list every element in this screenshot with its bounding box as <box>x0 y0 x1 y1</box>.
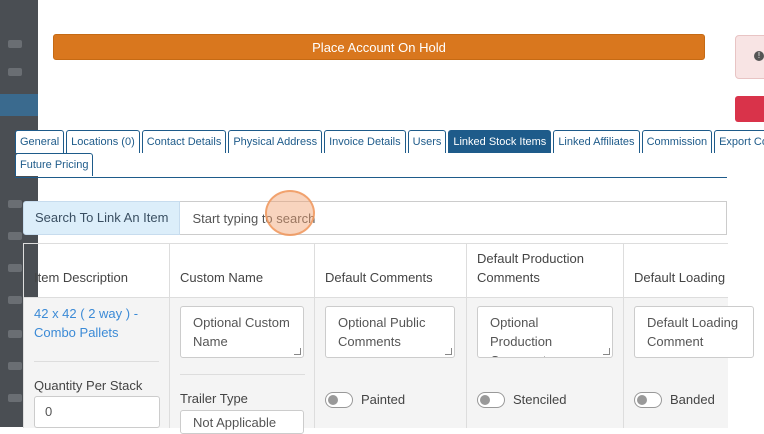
banded-toggle[interactable] <box>634 392 662 408</box>
painted-toggle[interactable] <box>325 392 353 408</box>
tab-invoice-details[interactable]: Invoice Details <box>324 130 406 153</box>
column-item-description: Item Description 42 x 42 ( 2 way ) - Com… <box>24 244 170 428</box>
background-nav-item <box>8 362 22 370</box>
tab-future-pricing[interactable]: Future Pricing <box>15 153 94 176</box>
banded-label: Banded <box>670 392 715 407</box>
background-nav-item <box>8 232 22 240</box>
tab-general[interactable]: General <box>15 130 65 153</box>
background-nav-item <box>8 200 22 208</box>
quantity-input[interactable]: 0 <box>34 396 160 428</box>
alert-icon: ! <box>754 51 764 61</box>
danger-button[interactable] <box>735 96 764 122</box>
linked-items-table: Item Description 42 x 42 ( 2 way ) - Com… <box>23 243 754 434</box>
tab-users[interactable]: Users <box>407 130 447 153</box>
stenciled-label: Stenciled <box>513 392 567 407</box>
tab-divider <box>15 177 727 178</box>
comments-textarea[interactable]: Optional Public Comments <box>325 306 455 358</box>
quantity-label: Quantity Per Stack <box>34 378 143 393</box>
custom-name-textarea[interactable]: Optional Custom Name <box>180 306 304 358</box>
background-nav-item <box>8 394 22 402</box>
table-header: Default Comments <box>315 244 466 298</box>
place-account-on-hold-button[interactable]: Place Account On Hold <box>53 34 705 60</box>
column-production-comments: Default Production Comments Optional Pro… <box>467 244 624 428</box>
tab-locations-0[interactable]: Locations (0) <box>66 130 140 153</box>
trailer-type-label: Trailer Type <box>180 391 248 406</box>
trailer-type-select[interactable]: Not Applicable <box>180 410 304 434</box>
account-tabs: General Locations (0) Contact Details Physi… <box>15 130 764 176</box>
column-custom-name: Custom Name Optional Custom Name Trailer… <box>170 244 315 434</box>
tab-commission[interactable]: Commission <box>641 130 713 153</box>
search-label: Search To Link An Item <box>23 201 181 235</box>
tab-linked-stock-items[interactable]: Linked Stock Items <box>448 130 552 153</box>
background-active-nav-item <box>0 94 38 116</box>
table-header: Default Production Comments <box>467 244 623 298</box>
alert-box: ! <box>735 35 764 79</box>
click-indicator <box>265 190 315 236</box>
column-default-loading: Default Loading Default Loading Comment … <box>624 244 754 428</box>
background-nav-item <box>8 264 22 272</box>
loading-comments-textarea[interactable]: Default Loading Comment <box>634 306 754 358</box>
tab-physical-address[interactable]: Physical Address <box>228 130 323 153</box>
search-link-item-row: Search To Link An Item <box>23 201 727 235</box>
tab-linked-affiliates[interactable]: Linked Affiliates <box>553 130 640 153</box>
divider <box>180 374 305 375</box>
tab-row: General Locations (0) Contact Details Physi… <box>15 130 764 153</box>
divider <box>34 361 159 362</box>
background-nav-item <box>8 40 22 48</box>
item-description-link[interactable]: 42 x 42 ( 2 way ) - Combo Pallets <box>34 304 159 342</box>
search-input[interactable] <box>180 201 727 235</box>
production-comments-textarea[interactable]: Optional Production Comments <box>477 306 613 358</box>
background-nav-item <box>8 330 22 338</box>
tab-contact-details[interactable]: Contact Details <box>141 130 227 153</box>
background-nav-item <box>8 68 22 76</box>
background-nav-item <box>8 296 22 304</box>
table-header: Default Loading <box>624 244 728 298</box>
table-header: Item Description <box>24 244 169 298</box>
painted-label: Painted <box>361 392 406 407</box>
column-default-comments: Default Comments Optional Public Comment… <box>315 244 467 428</box>
tab-export-con[interactable]: Export Con <box>714 130 764 153</box>
stenciled-toggle[interactable] <box>477 392 505 408</box>
table-header: Custom Name <box>170 244 314 298</box>
tab-row: Future Pricing <box>15 153 735 176</box>
